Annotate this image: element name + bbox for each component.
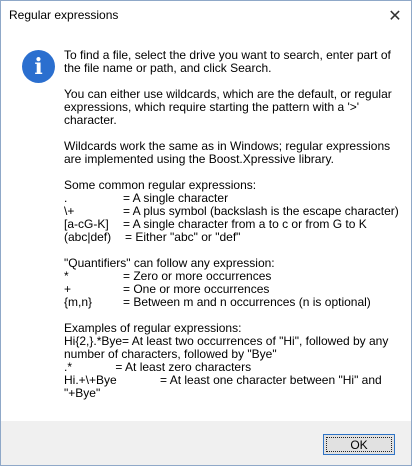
quantifier-key: *	[64, 269, 69, 283]
examples-section: Examples of regular expressions: Hi{2,}.…	[64, 322, 404, 400]
quantifier-desc: = Between m and n occurrences (n is opti…	[123, 295, 371, 309]
expr-key: (abc|def)	[64, 230, 112, 244]
wildcards-paragraph: You can either use wildcards, which are …	[64, 87, 392, 127]
expr-desc: = Either "abc" or "def"	[125, 230, 241, 244]
ok-button[interactable]: OK	[323, 434, 395, 455]
quantifier-key: {m,n}	[64, 295, 93, 309]
list-item: Hi{2,}.*Bye= At least two occurrences of…	[64, 334, 389, 361]
list-item: (abc|def) = Either "abc" or "def"	[64, 231, 404, 244]
button-bar: OK	[1, 421, 411, 465]
common-heading: Some common regular expressions:	[64, 178, 257, 192]
title-bar[interactable]: Regular expressions ✕	[1, 1, 411, 32]
wildcards-work-paragraph: Wildcards work the same as in Windows; r…	[64, 139, 391, 166]
quantifiers-section: "Quantifiers" can follow any expression:…	[64, 257, 404, 309]
close-icon[interactable]: ✕	[379, 1, 411, 31]
list-item: {m,n} = Between m and n occurrences (n i…	[64, 296, 404, 309]
message-text: To find a file, select the drive you wan…	[64, 49, 404, 400]
common-expressions-section: Some common regular expressions: . = A s…	[64, 179, 404, 244]
intro-paragraph: To find a file, select the drive you wan…	[64, 48, 391, 75]
info-icon: i	[22, 50, 55, 83]
list-item: Hi.+\+Bye = At least one character betwe…	[64, 373, 386, 400]
dialog-title: Regular expressions	[9, 8, 119, 22]
dialog-window: Regular expressions ✕ i To find a file, …	[0, 0, 412, 466]
